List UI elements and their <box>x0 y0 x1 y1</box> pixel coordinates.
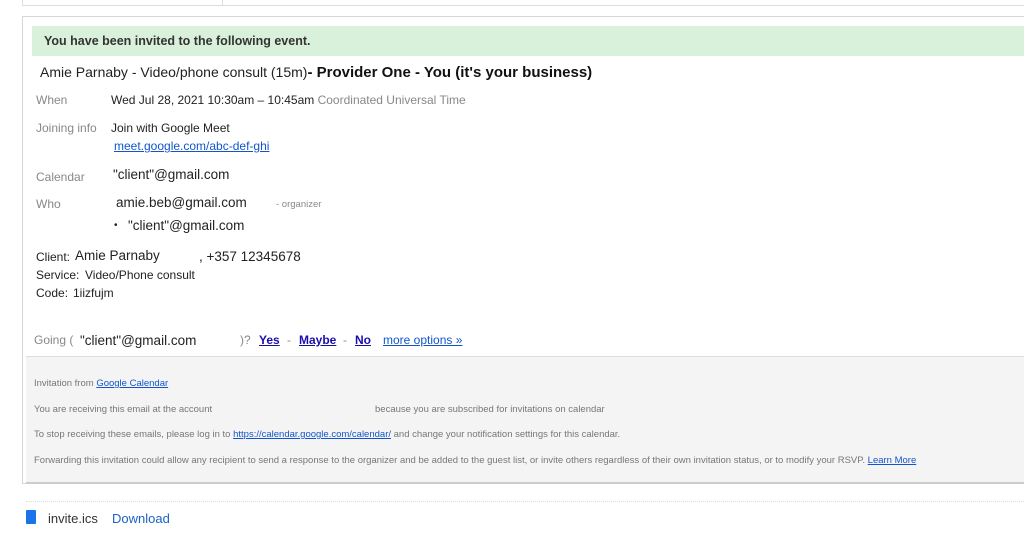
attachment-name[interactable]: invite.ics <box>48 511 98 526</box>
calendar-settings-link[interactable]: https://calendar.google.com/calendar/ <box>233 429 391 440</box>
event-title-text: Amie Parnaby - Video/phone consult (15m) <box>40 64 308 80</box>
invite-banner: You have been invited to the following e… <box>32 26 1024 56</box>
forward-text: Forwarding this invitation could allow a… <box>34 455 916 466</box>
separator: - <box>343 333 347 347</box>
guest-email: "client"@gmail.com <box>128 218 245 233</box>
receiving-text-a: You are receiving this email at the acco… <box>34 404 213 415</box>
joining-label: Joining info <box>36 121 97 135</box>
organizer-email: amie.beb@gmail.com <box>116 195 247 210</box>
download-link[interactable]: Download <box>112 511 170 526</box>
forward-text-body: Forwarding this invitation could allow a… <box>34 455 866 466</box>
invitation-from: Invitation from Google Calendar <box>34 378 168 389</box>
client-label: Client: <box>36 250 71 264</box>
meet-link[interactable]: meet.google.com/abc-def-ghi <box>114 139 269 153</box>
organizer-tag: - organizer <box>276 199 322 210</box>
client-phone: , +357 12345678 <box>199 249 301 264</box>
calendar-value: "client"@gmail.com <box>113 167 230 182</box>
going-prefix: Going ( <box>34 333 74 347</box>
service-label: Service: <box>36 268 80 282</box>
going-email: "client"@gmail.com <box>80 333 197 348</box>
client-name: Amie Parnaby <box>75 248 160 263</box>
timezone: Coordinated Universal Time <box>317 93 466 107</box>
stop-text: To stop receiving these emails, please l… <box>34 429 620 440</box>
file-icon <box>26 510 36 524</box>
when-label: When <box>36 93 68 107</box>
divider <box>26 501 1024 502</box>
google-calendar-link[interactable]: Google Calendar <box>96 378 168 389</box>
service-value: Video/Phone consult <box>85 268 195 282</box>
code-value: 1iizfujm <box>73 286 114 300</box>
top-toolbar <box>22 0 1024 6</box>
stop-text-b: and change your notification settings fo… <box>393 429 621 440</box>
who-label: Who <box>36 197 61 211</box>
calendar-label: Calendar <box>36 170 85 184</box>
event-title: Amie Parnaby - Video/phone consult (15m)… <box>40 64 592 81</box>
joining-value: Join with Google Meet <box>111 121 230 135</box>
rsvp-maybe[interactable]: Maybe <box>299 333 336 347</box>
rsvp-yes[interactable]: Yes <box>259 333 280 347</box>
receiving-text-b: because you are subscribed for invitatio… <box>375 404 605 415</box>
rsvp-no[interactable]: No <box>355 333 371 347</box>
invitation-from-text: Invitation from <box>34 378 94 389</box>
when-value: Wed Jul 28, 2021 10:30am – 10:45am Coord… <box>111 93 466 107</box>
bullet: • <box>114 220 118 231</box>
code-label: Code: <box>36 286 69 300</box>
going-suffix: )? <box>240 333 251 347</box>
learn-more-link[interactable]: Learn More <box>868 455 917 466</box>
toolbar-divider <box>222 0 223 5</box>
separator: - <box>287 333 291 347</box>
event-title-bold: - Provider One - You (it's your business… <box>307 64 593 81</box>
stop-text-a: To stop receiving these emails, please l… <box>34 429 231 440</box>
when-text: Wed Jul 28, 2021 10:30am – 10:45am <box>111 93 315 107</box>
more-options-link[interactable]: more options » <box>383 333 462 347</box>
